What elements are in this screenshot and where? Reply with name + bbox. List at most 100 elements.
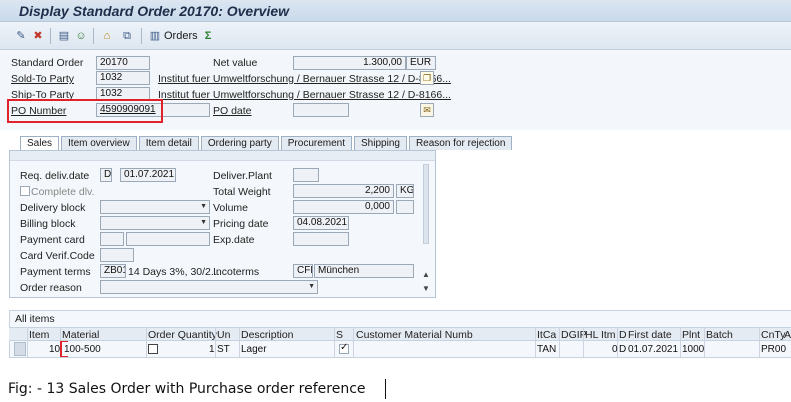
sold-to-description[interactable]: Institut fuer Umweltforschung / Bernauer… [158, 73, 451, 85]
exp-date-field[interactable] [293, 232, 349, 246]
payment-card-field[interactable] [126, 232, 210, 246]
column-divider [353, 327, 354, 357]
tab-shipping[interactable]: Shipping [354, 136, 407, 150]
po-attachment-button[interactable]: ✉ [420, 103, 434, 117]
sold-to-field[interactable]: 1032 [96, 71, 150, 85]
cell-cnty[interactable]: PR00 [761, 344, 786, 355]
partner-button[interactable]: ☺ [74, 28, 88, 44]
sold-to-label[interactable]: Sold-To Party [11, 73, 74, 85]
toolbar-separator [93, 28, 94, 44]
header-button[interactable]: ▤ [57, 28, 71, 44]
order-reason-label: Order reason [20, 282, 82, 294]
column-header-material[interactable]: Material [62, 329, 99, 341]
column-header-d[interactable]: D [619, 329, 627, 341]
req-deliv-date-field[interactable]: 01.07.2021 [120, 168, 176, 182]
po-date-field[interactable] [293, 103, 349, 117]
tab-item-detail[interactable]: Item detail [138, 136, 199, 150]
column-header-batch[interactable]: Batch [706, 329, 733, 341]
volume-field[interactable]: 0,000 [293, 200, 394, 214]
card-verif-field[interactable] [100, 248, 134, 262]
column-header-un[interactable]: Un [217, 329, 230, 341]
title-bar: Display Standard Order 20170: Overview [0, 0, 791, 22]
sales-panel-header [10, 151, 435, 161]
order-reason-dropdown[interactable] [100, 280, 318, 294]
column-divider [583, 327, 584, 357]
sales-panel-scrollbar[interactable]: ▲ ▼ [421, 160, 431, 296]
scroll-down-icon[interactable]: ▼ [421, 284, 431, 294]
tab-reason-for-rejection[interactable]: Reason for rejection [408, 136, 513, 150]
row-selector[interactable] [14, 342, 26, 356]
document-icon: ▤ [58, 30, 70, 42]
total-weight-unit-field[interactable]: KG [396, 184, 414, 198]
incoterms-place-field[interactable]: München [314, 264, 414, 278]
display-change-button[interactable]: ✎ [14, 28, 28, 44]
cell-item[interactable]: 10 [49, 344, 60, 355]
cell-quantity[interactable]: 1 [209, 344, 215, 355]
column-header-description[interactable]: Description [241, 329, 294, 341]
cell-description[interactable]: Lager [241, 344, 267, 355]
delete-icon: ✖ [33, 30, 43, 42]
pricing-date-field[interactable]: 04.08.2021 [293, 216, 349, 230]
incoterms-code-field[interactable]: CFR [293, 264, 313, 278]
display-doc-flow-button[interactable]: ⧉ [120, 28, 134, 44]
volume-unit-field[interactable] [396, 200, 414, 214]
tab-sales[interactable]: Sales [20, 136, 60, 150]
attachment-icon: ✉ [423, 105, 431, 115]
column-divider [680, 327, 681, 357]
complete-dlv-label: Complete dlv. [31, 186, 95, 198]
ship-to-description[interactable]: Institut fuer Umweltforschung / Bernauer… [158, 89, 451, 101]
column-divider [239, 327, 240, 357]
column-header-a[interactable]: A [784, 329, 791, 341]
column-header-customer-material[interactable]: Customer Material Numb [356, 329, 473, 341]
po-date-label[interactable]: PO date [213, 105, 252, 117]
column-header-s[interactable]: S [336, 329, 343, 341]
cell-unit[interactable]: ST [217, 344, 230, 355]
payment-terms-code-field[interactable]: ZB01 [100, 264, 126, 278]
window-title: Display Standard Order 20170: Overview [19, 3, 290, 19]
column-header-hl-itm[interactable]: HL Itm [585, 329, 616, 341]
req-deliv-date-type-field[interactable]: D [100, 168, 112, 182]
tab-procurement[interactable]: Procurement [280, 136, 353, 150]
order-quantity-checkbox[interactable] [148, 344, 158, 354]
column-header-item[interactable]: Item [29, 329, 49, 341]
environment-button[interactable]: ⌂ [100, 28, 114, 44]
tab-ordering-party[interactable]: Ordering party [200, 136, 279, 150]
orders-button[interactable]: ▥ Orders [148, 28, 198, 44]
tab-item-overview[interactable]: Item overview [61, 136, 137, 150]
column-header-order-quantity[interactable]: Order Quantity [148, 329, 217, 341]
standard-order-field[interactable]: 20170 [96, 56, 150, 70]
billing-block-dropdown[interactable] [100, 216, 210, 230]
sum-icon: Σ [204, 30, 212, 42]
scrollbar-track[interactable] [423, 164, 429, 244]
po-number-highlight [7, 99, 163, 123]
deliver-plant-field[interactable] [293, 168, 319, 182]
column-divider [334, 327, 335, 357]
cell-material[interactable]: 100-500 [64, 344, 101, 355]
column-divider [559, 327, 560, 357]
status-checkbox[interactable] [339, 342, 349, 354]
billing-block-label: Billing block [20, 218, 76, 230]
column-header-plnt[interactable]: Plnt [682, 329, 700, 341]
cell-itca[interactable]: TAN [537, 344, 556, 355]
table-icon: ▥ [149, 30, 161, 42]
scroll-up-icon[interactable]: ▲ [421, 270, 431, 280]
card-verif-label: Card Verif.Code [20, 250, 95, 262]
volume-label: Volume [213, 202, 249, 214]
total-weight-field[interactable]: 2,200 [293, 184, 394, 198]
payment-card-type-field[interactable] [100, 232, 124, 246]
cell-plnt[interactable]: 1000 [682, 344, 704, 355]
cell-d[interactable]: D [619, 344, 626, 355]
cell-first-date[interactable]: 01.07.2021 [628, 344, 678, 355]
column-header-itca[interactable]: ItCa [537, 329, 556, 341]
exp-date-label: Exp.date [213, 234, 255, 246]
currency-field[interactable]: EUR [406, 56, 436, 70]
column-header-first-date[interactable]: First date [628, 329, 672, 341]
column-header-cnty[interactable]: CnTy [761, 329, 786, 341]
delete-button[interactable]: ✖ [31, 28, 45, 44]
cell-hl-itm[interactable]: 0 [612, 344, 618, 355]
delivery-block-dropdown[interactable] [100, 200, 210, 214]
net-value-field[interactable]: 1.300,00 [293, 56, 406, 70]
complete-dlv-checkbox[interactable] [20, 186, 30, 196]
sold-to-details-button[interactable]: ❐ [420, 71, 434, 85]
totals-button[interactable]: Σ [201, 28, 215, 44]
